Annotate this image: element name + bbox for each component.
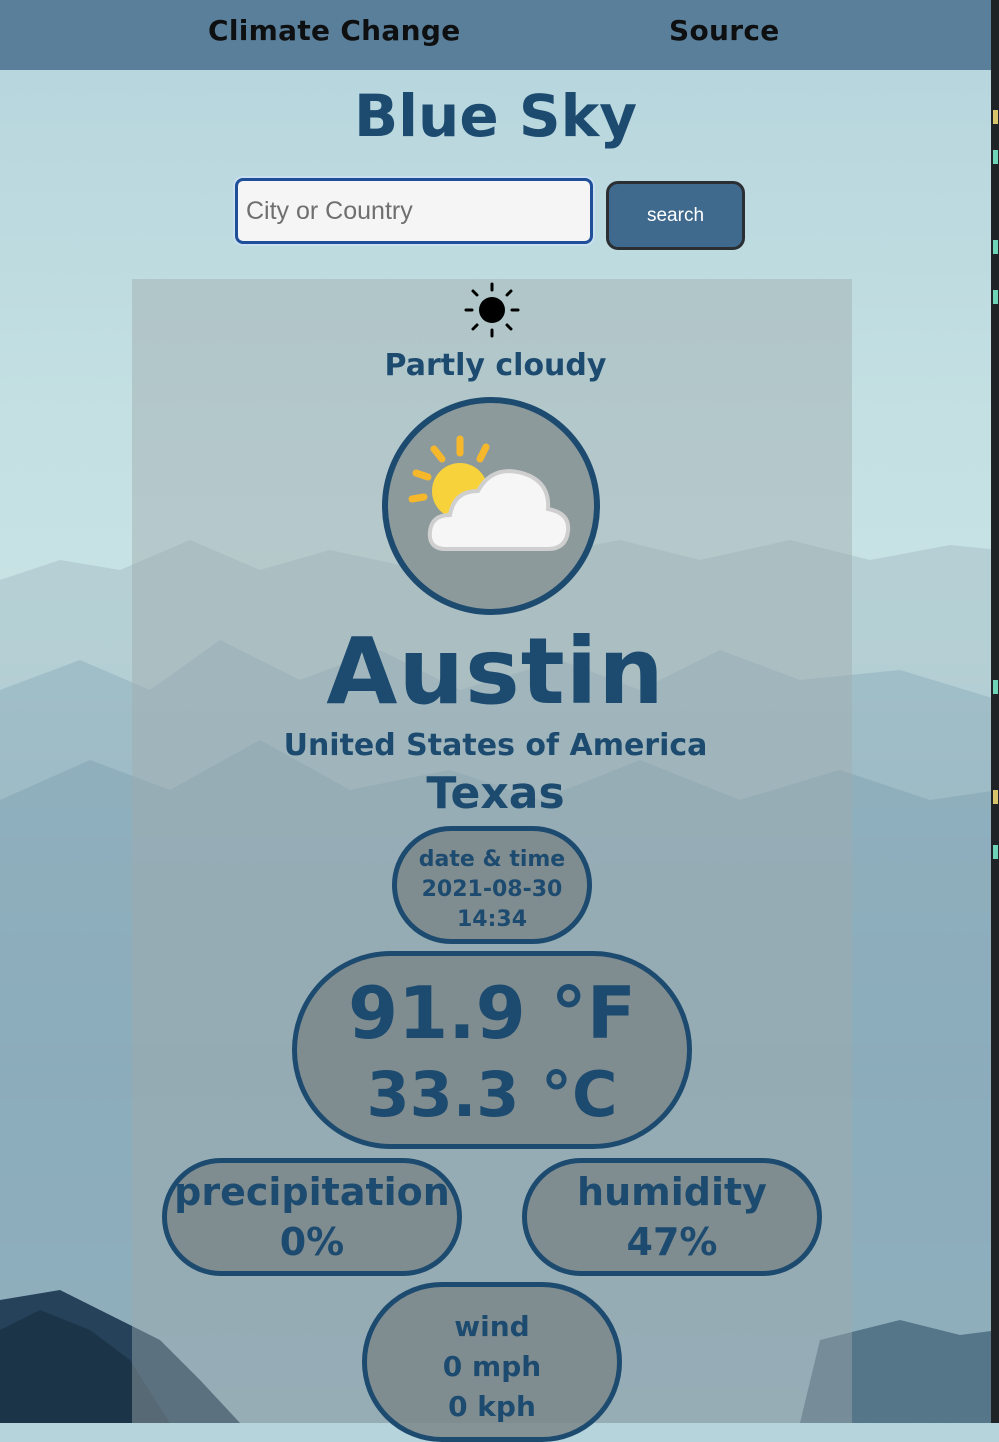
nav-climate-change-link[interactable]: Climate Change	[208, 14, 460, 47]
search-input[interactable]	[235, 178, 593, 244]
temp-celsius: 33.3 °C	[366, 1058, 618, 1131]
city-name: Austin	[326, 618, 665, 725]
wind-kph: 0 kph	[448, 1390, 536, 1423]
weather-image-frame	[382, 397, 600, 615]
datetime-card: date & time 2021-08-30 14:34	[392, 826, 592, 944]
datetime-label: date & time	[418, 847, 566, 872]
region-name: Texas	[426, 768, 565, 819]
sun-icon	[464, 282, 520, 338]
window-edge	[991, 0, 999, 1423]
search-button[interactable]: search	[606, 181, 745, 250]
precipitation-label: precipitation	[174, 1170, 450, 1214]
partly-cloudy-icon	[408, 435, 571, 551]
precipitation-card: precipitation 0%	[162, 1158, 462, 1276]
date-value: 2021-08-30	[421, 877, 563, 902]
time-value: 14:34	[456, 907, 528, 932]
nav-source-link[interactable]: Source	[669, 14, 780, 47]
app-title: Blue Sky	[353, 82, 638, 150]
wind-mph: 0 mph	[442, 1350, 542, 1383]
top-nav-bar: Climate Change Source	[0, 0, 991, 70]
humidity-label: humidity	[577, 1170, 767, 1214]
temp-fahrenheit: 91.9 °F	[348, 971, 636, 1055]
humidity-value: 47%	[626, 1220, 718, 1264]
wind-card: wind 0 mph 0 kph	[362, 1282, 622, 1442]
precipitation-value: 0%	[279, 1220, 345, 1264]
country-name: United States of America	[283, 728, 708, 763]
wind-label: wind	[454, 1310, 530, 1343]
condition-text: Partly cloudy	[384, 348, 607, 383]
temperature-card: 91.9 °F 33.3 °C	[292, 951, 692, 1149]
humidity-card: humidity 47%	[522, 1158, 822, 1276]
